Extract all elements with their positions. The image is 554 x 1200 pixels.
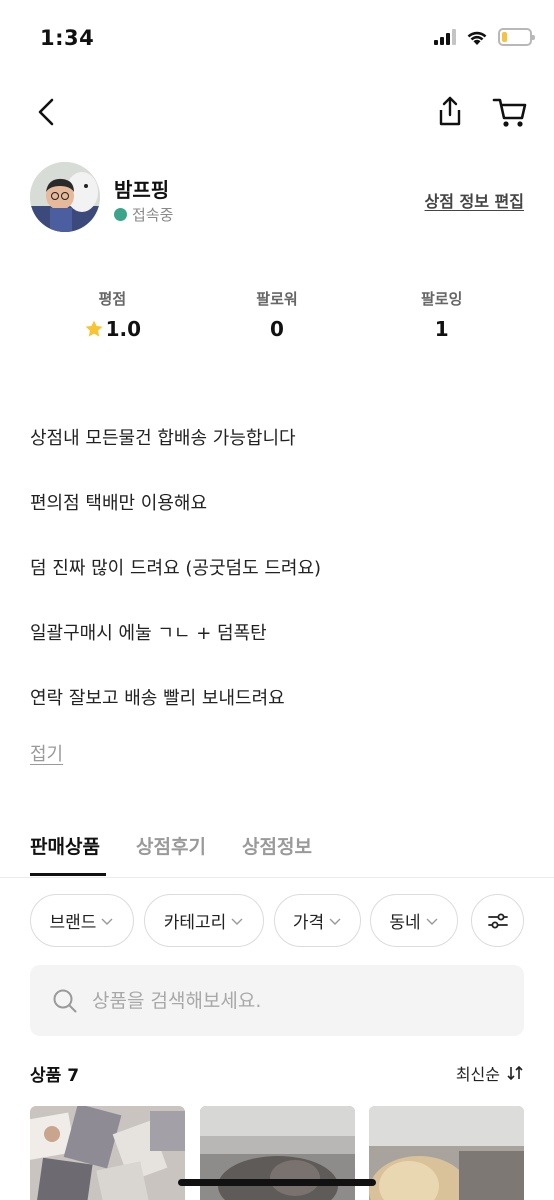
- signal-icon: [434, 29, 456, 45]
- filter-settings-button[interactable]: [471, 894, 524, 947]
- description-line: 일괄구매시 에눌 ㄱㄴ + 덤폭탄: [30, 623, 267, 644]
- product-image: [369, 1106, 524, 1200]
- shop-stats: 평점 1.0 팔로워 0 팔로잉 1: [30, 288, 524, 348]
- cart-button[interactable]: [490, 92, 530, 132]
- tab-bar: 판매상품 상점후기 상점정보: [0, 826, 554, 878]
- wifi-icon: [467, 31, 487, 45]
- tab-products[interactable]: 판매상품: [30, 832, 100, 859]
- filter-category[interactable]: 카테고리: [144, 894, 264, 947]
- chevron-down-icon: [426, 918, 438, 925]
- filter-neighborhood[interactable]: 동네: [370, 894, 458, 947]
- tab-reviews[interactable]: 상점후기: [136, 832, 206, 859]
- shop-profile: 밤프핑 접속중 상점 정보 편집: [30, 162, 524, 234]
- collapse-link[interactable]: 접기: [30, 740, 63, 766]
- cart-icon: [492, 98, 527, 127]
- back-button[interactable]: [30, 92, 62, 132]
- star-icon: [85, 320, 103, 337]
- stat-value-row: 1.0: [30, 317, 195, 341]
- home-indicator: [178, 1179, 376, 1186]
- status-time: 1:34: [40, 26, 95, 50]
- product-search-box: [30, 965, 524, 1036]
- battery-level: [502, 32, 508, 42]
- filter-brand[interactable]: 브랜드: [30, 894, 134, 947]
- chevron-left-icon: [38, 98, 54, 126]
- tab-shop-info[interactable]: 상점정보: [242, 832, 312, 859]
- online-status: 접속중: [114, 204, 173, 225]
- sort-label: 최신순: [455, 1065, 500, 1084]
- avatar[interactable]: [30, 162, 100, 232]
- online-dot-icon: [114, 208, 127, 221]
- edit-shop-info-link[interactable]: 상점 정보 편집: [425, 188, 524, 212]
- avatar-image: [30, 162, 100, 232]
- stat-followers[interactable]: 팔로워 0: [195, 288, 360, 348]
- search-input[interactable]: [92, 989, 472, 1012]
- description-line: 편의점 택배만 이용해요: [30, 493, 208, 514]
- status-icons: [434, 28, 535, 46]
- stat-value: 0: [270, 317, 284, 341]
- product-thumbnail[interactable]: [30, 1106, 185, 1200]
- product-count: 상품 7: [30, 1066, 80, 1086]
- share-icon: [439, 96, 461, 126]
- product-list-header: 상품 7 최신순: [30, 1058, 524, 1088]
- chevron-down-icon: [101, 918, 113, 925]
- product-thumbnail[interactable]: [369, 1106, 524, 1200]
- chevron-down-icon: [231, 918, 243, 925]
- active-tab-indicator: [30, 873, 106, 876]
- shop-name: 밤프핑: [114, 178, 170, 202]
- filter-price[interactable]: 가격: [274, 894, 361, 947]
- description-line: 상점내 모든물건 합배송 가능합니다: [30, 428, 296, 449]
- chevron-down-icon: [329, 918, 341, 925]
- stat-label: 팔로잉: [420, 290, 463, 308]
- filter-label: 가격: [292, 913, 325, 933]
- description-line: 연락 잘보고 배송 빨리 보내드려요: [30, 688, 285, 709]
- stat-following[interactable]: 팔로잉 1: [359, 288, 524, 348]
- share-button[interactable]: [432, 92, 468, 132]
- filter-label: 브랜드: [49, 913, 97, 933]
- filter-label: 동네: [389, 913, 421, 933]
- online-status-text: 접속중: [132, 206, 174, 224]
- sliders-icon: [487, 913, 508, 928]
- stat-value: 1.0: [105, 317, 142, 341]
- search-icon: [53, 989, 77, 1012]
- filter-label: 카테고리: [163, 913, 227, 933]
- filter-bar: 브랜드 카테고리 가격 동네: [30, 894, 524, 948]
- description-line: 덤 진짜 많이 드려요 (공굿덤도 드려요): [30, 558, 322, 579]
- sort-arrows-icon: [507, 1065, 523, 1081]
- battery-icon: [498, 28, 535, 46]
- nav-bar: [0, 84, 554, 140]
- stat-value: 1: [434, 317, 449, 341]
- sort-button[interactable]: 최신순: [456, 1061, 524, 1085]
- status-bar: 1:34: [0, 0, 554, 80]
- stat-rating[interactable]: 평점 1.0: [30, 288, 195, 348]
- stat-label: 평점: [98, 290, 127, 308]
- stat-label: 팔로워: [256, 290, 298, 308]
- product-image: [30, 1106, 185, 1200]
- shop-description: 상점내 모든물건 합배송 가능합니다 편의점 택배만 이용해요 덤 진짜 많이 …: [30, 426, 524, 751]
